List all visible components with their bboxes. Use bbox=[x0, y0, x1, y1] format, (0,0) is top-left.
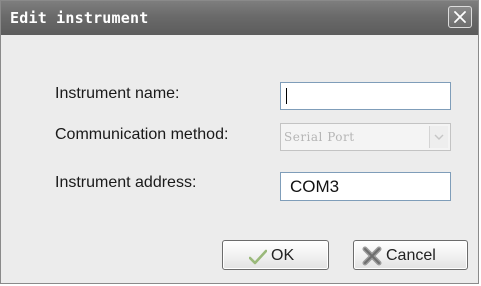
cancel-button[interactable]: Cancel bbox=[353, 240, 468, 270]
dialog-titlebar[interactable]: Edit instrument bbox=[1, 1, 478, 35]
communication-method-select[interactable]: Serial Port bbox=[280, 123, 451, 151]
edit-instrument-dialog: Edit instrument Instrument name: Communi… bbox=[0, 0, 479, 284]
cancel-button-label: Cancel bbox=[386, 247, 436, 264]
checkmark-icon bbox=[249, 249, 267, 265]
close-icon bbox=[454, 11, 466, 23]
dialog-body: Instrument name: Communication method: S… bbox=[1, 35, 478, 283]
instrument-address-value: COM3 bbox=[290, 177, 340, 196]
close-button[interactable] bbox=[448, 6, 472, 28]
communication-method-value: Serial Port bbox=[284, 130, 355, 144]
text-caret bbox=[286, 88, 287, 104]
cancel-x-icon bbox=[362, 246, 382, 266]
dropdown-button[interactable] bbox=[429, 126, 448, 148]
instrument-name-label: Instrument name: bbox=[55, 85, 180, 102]
instrument-address-input[interactable]: COM3 bbox=[280, 172, 451, 201]
communication-method-label: Communication method: bbox=[55, 126, 229, 143]
chevron-down-icon bbox=[434, 134, 444, 140]
dialog-title: Edit instrument bbox=[10, 9, 149, 27]
ok-button[interactable]: OK bbox=[222, 240, 329, 270]
instrument-address-label: Instrument address: bbox=[55, 174, 197, 191]
ok-button-label: OK bbox=[271, 247, 295, 264]
instrument-name-input[interactable] bbox=[280, 82, 451, 110]
